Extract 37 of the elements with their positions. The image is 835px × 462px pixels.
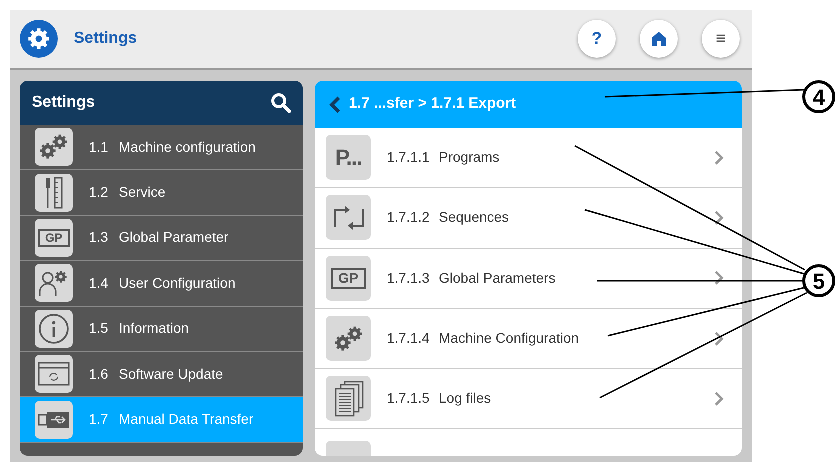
chevron-right-icon: [714, 270, 724, 286]
gp-icon: GP: [35, 218, 73, 257]
gears-icon: [35, 128, 73, 166]
breadcrumb-header: 1.7 ...sfer > 1.7.1 Export: [315, 81, 742, 128]
app-title: Settings: [74, 29, 138, 49]
help-button[interactable]: ?: [578, 20, 616, 58]
ruler-icon: [35, 174, 73, 212]
programs-icon: P...: [326, 135, 371, 180]
chevron-right-icon: [714, 150, 724, 166]
menu-button[interactable]: ≡: [702, 20, 740, 58]
gp-icon: GP: [326, 256, 371, 301]
export-item[interactable]: P... 1.7.1.1 Programs: [315, 128, 742, 188]
export-item[interactable]: 1.7.1.4 Machine Configuration: [315, 308, 742, 370]
chevron-right-icon: [714, 210, 724, 226]
documents-icon: [326, 376, 371, 422]
update-window-icon: [35, 355, 73, 394]
export-item[interactable]: 1.7.1.5 Log files: [315, 369, 742, 430]
sidebar-item[interactable]: 1.1 Machine configuration: [20, 125, 303, 170]
search-icon[interactable]: [271, 93, 291, 113]
usb-stick-icon: [35, 400, 73, 439]
callout-marker: 4: [802, 80, 835, 114]
swap-arrows-icon: [326, 195, 371, 240]
chevron-right-icon: [714, 330, 724, 347]
home-button[interactable]: [640, 20, 678, 58]
gears-icon: [326, 316, 371, 362]
back-chevron-icon[interactable]: [329, 96, 341, 114]
export-item[interactable]: 1.7.1.2 Sequences: [315, 188, 742, 249]
chevron-right-icon: [714, 390, 724, 407]
settings-logo-icon: [20, 20, 58, 58]
sidebar-title: Settings: [32, 93, 96, 113]
home-icon: [651, 31, 667, 47]
info-icon: [35, 310, 73, 348]
export-item[interactable]: GP 1.7.1.3 Global Parameters: [315, 248, 742, 309]
sidebar-item[interactable]: 1.5 Information: [20, 306, 303, 352]
user-gear-icon: [35, 264, 73, 302]
sidebar-item[interactable]: 1.4 User Configuration: [20, 261, 303, 307]
callout-marker: 5: [802, 264, 835, 298]
